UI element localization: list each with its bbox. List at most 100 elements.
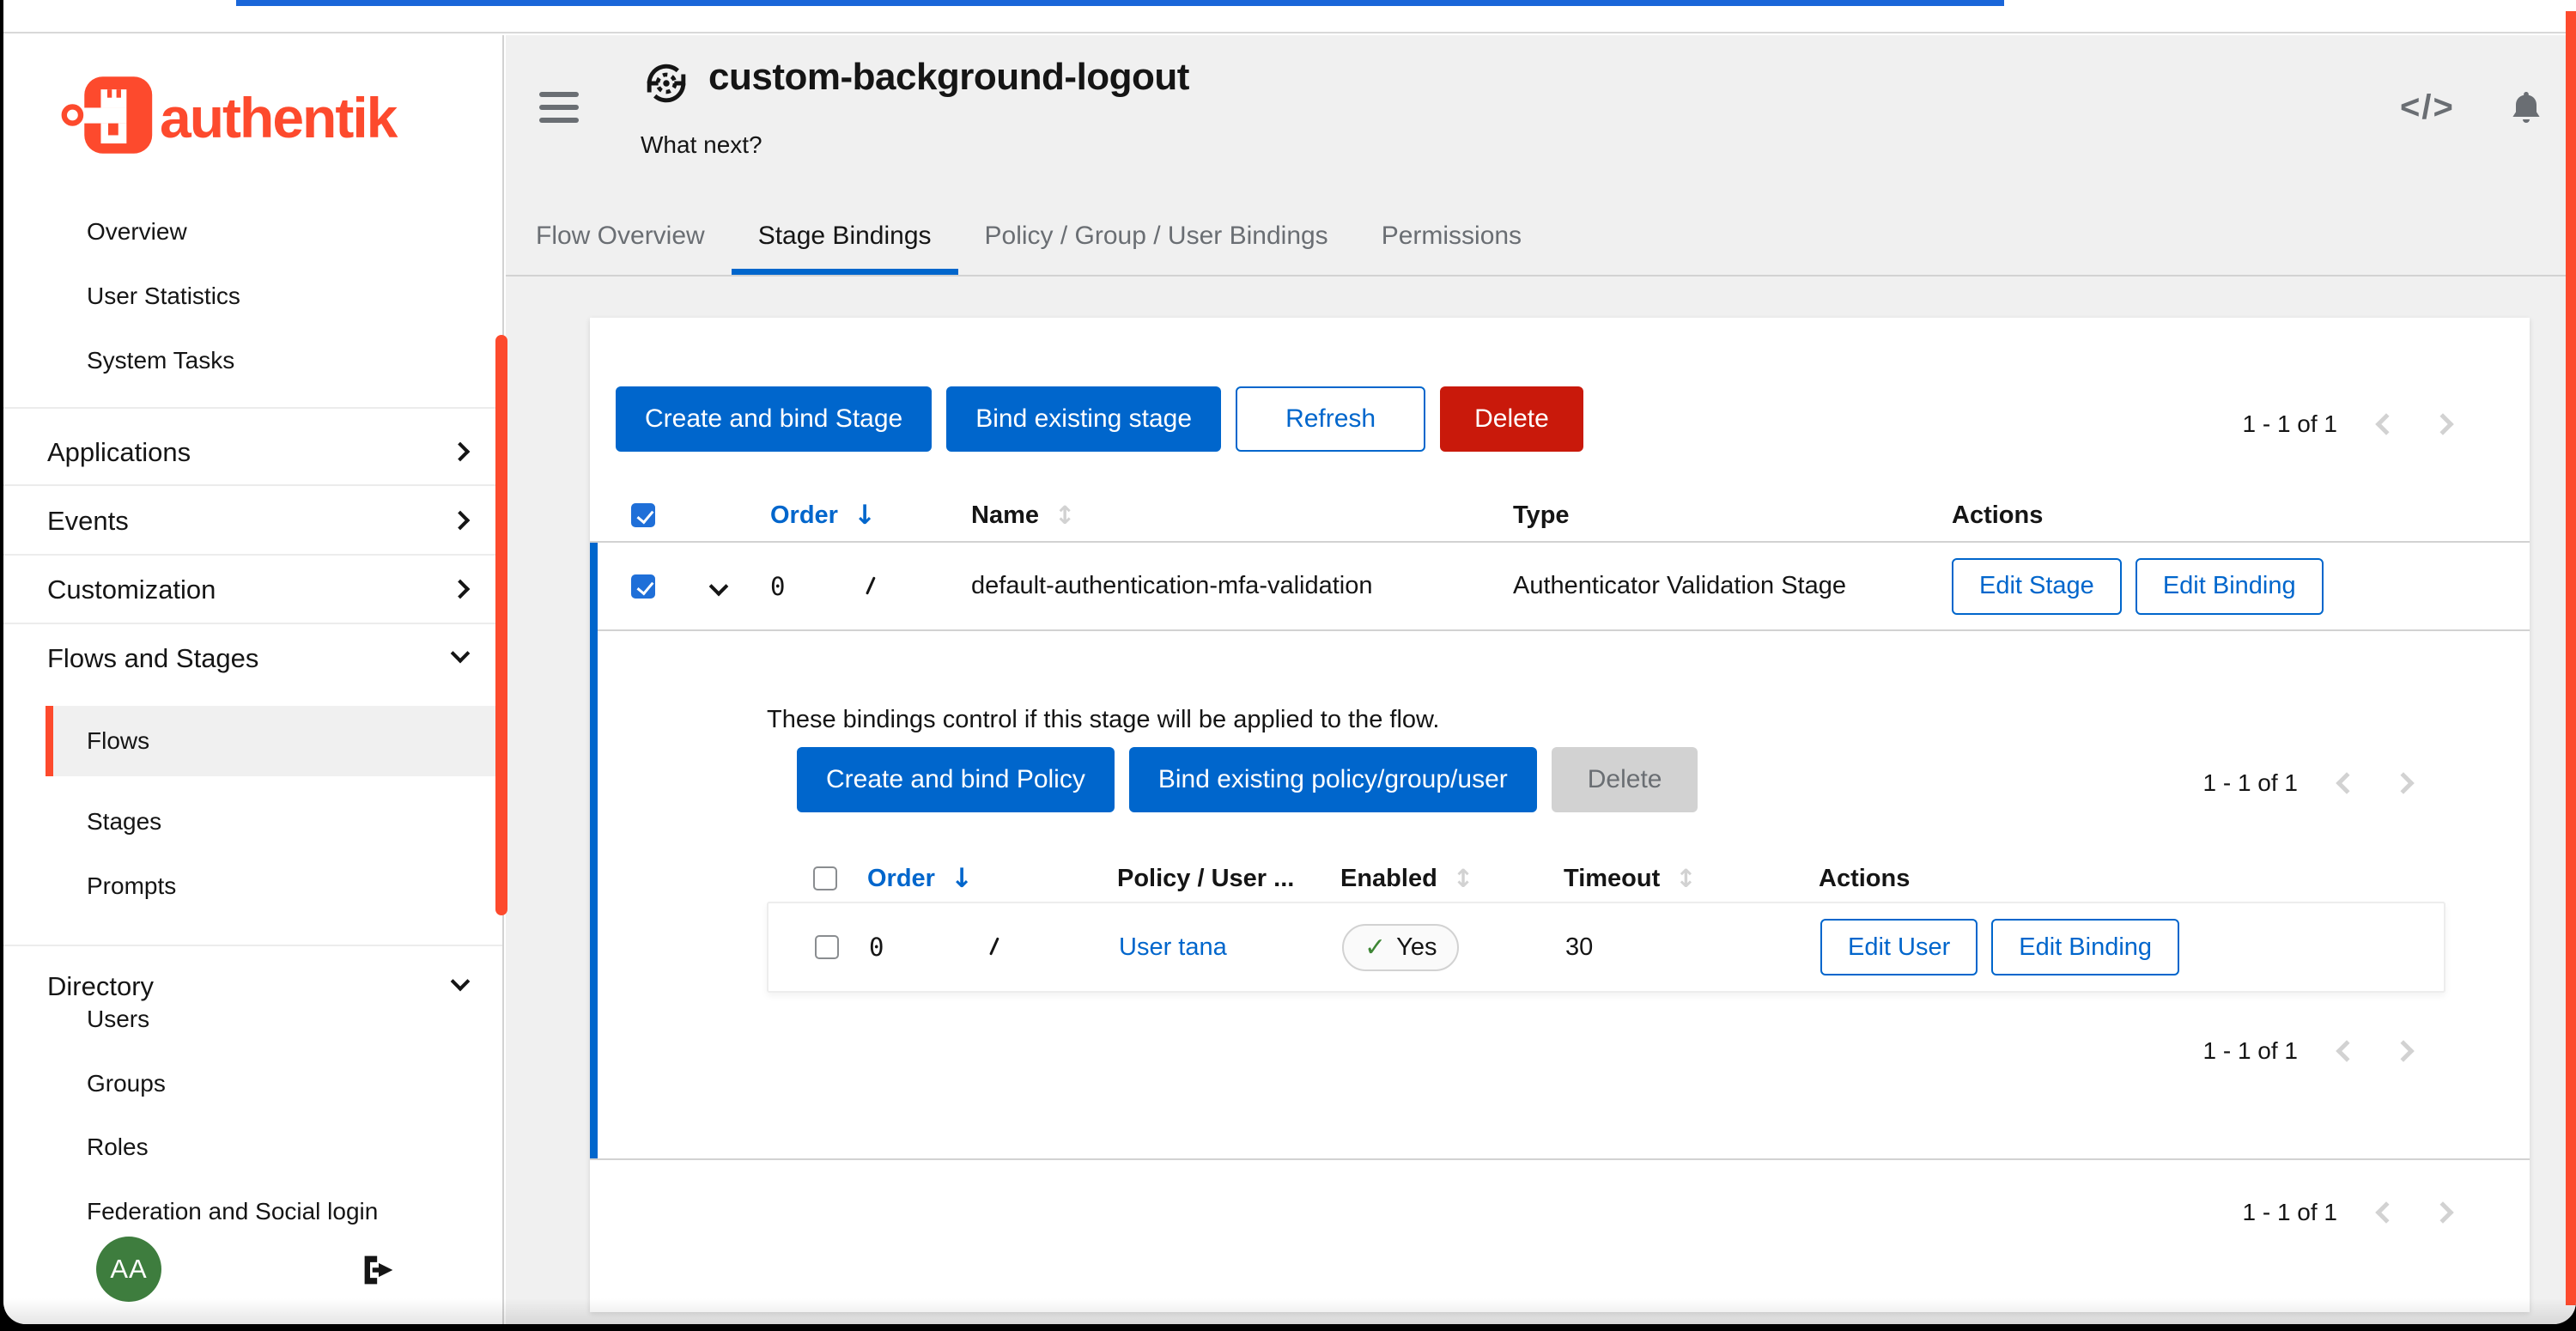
select-all-checkbox[interactable] — [631, 503, 655, 527]
chevron-right-icon[interactable] — [451, 442, 471, 462]
row-checkbox[interactable] — [815, 935, 839, 959]
chevron-right-icon[interactable] — [451, 511, 471, 531]
pagination-range: 1 - 1 of 1 — [2242, 410, 2337, 438]
tab-bar: Flow Overview Stage Bindings Policy / Gr… — [506, 198, 2566, 277]
chevron-down-icon[interactable] — [451, 644, 471, 664]
pagination-range: 1 - 1 of 1 — [2242, 1199, 2337, 1226]
sidebar-divider — [3, 407, 502, 409]
edit-user-button[interactable]: Edit User — [1820, 919, 1978, 975]
chevron-left-icon[interactable] — [2375, 413, 2397, 435]
check-icon: ✓ — [1364, 933, 1386, 963]
sidebar-item-roles[interactable]: Roles — [87, 1133, 149, 1161]
column-actions: Actions — [1952, 501, 2530, 530]
chevron-right-icon[interactable] — [2392, 1040, 2414, 1061]
sidebar-item-user-statistics[interactable]: User Statistics — [87, 283, 240, 310]
stage-table-header: Order ↓ Name ↕ Type Actions — [590, 489, 2530, 543]
logout-icon[interactable] — [360, 1253, 398, 1291]
row-checkbox[interactable] — [631, 574, 655, 599]
sidebar-scrollbar[interactable] — [495, 335, 507, 915]
chevron-right-icon[interactable] — [2392, 772, 2414, 793]
chevron-right-icon[interactable] — [451, 580, 471, 599]
sidebar-divider — [3, 554, 502, 556]
create-and-bind-policy-button[interactable]: Create and bind Policy — [797, 747, 1115, 812]
column-policy-user: Policy / User ... — [1117, 865, 1340, 893]
bindings-description: These bindings control if this stage wil… — [767, 706, 1439, 734]
chevron-right-icon[interactable] — [2432, 1201, 2453, 1223]
tab-flow-overview[interactable]: Flow Overview — [509, 198, 732, 275]
column-name[interactable]: Name ↕ — [971, 501, 1513, 530]
hamburger-menu-icon[interactable] — [539, 92, 579, 131]
sidebar-item-federation[interactable]: Federation and Social login — [87, 1198, 378, 1225]
delete-button[interactable]: Delete — [1440, 386, 1583, 452]
sidebar-item-flows[interactable]: Flows — [46, 706, 495, 776]
sidebar-group-events[interactable]: Events — [47, 506, 129, 537]
edit-binding-button[interactable]: Edit Binding — [2136, 558, 2324, 615]
sidebar-group-applications[interactable]: Applications — [47, 437, 191, 468]
sidebar-group-directory[interactable]: Directory — [47, 971, 154, 1002]
cell-order: 0 — [770, 572, 971, 601]
sort-icon: ↕ — [1453, 864, 1473, 893]
bind-existing-policy-button[interactable]: Bind existing policy/group/user — [1129, 747, 1537, 812]
page-scrollbar[interactable] — [2566, 11, 2576, 1305]
sidebar-item-stages[interactable]: Stages — [87, 808, 161, 836]
sidebar-item-prompts[interactable]: Prompts — [87, 872, 176, 900]
sidebar-group-flows-and-stages[interactable]: Flows and Stages — [47, 643, 258, 674]
api-code-icon[interactable]: </> — [2400, 88, 2455, 127]
policy-table-header: Order ↓ Policy / User ... Enabled ↕ Time… — [767, 857, 2445, 900]
authentik-logo: authentik — [60, 74, 396, 161]
sidebar-item-overview[interactable]: Overview — [87, 218, 187, 246]
main-area: custom-background-logout What next? </> … — [506, 35, 2576, 1324]
notifications-bell-icon[interactable] — [2506, 87, 2547, 134]
pagination-policy-bottom: 1 - 1 of 1 — [2202, 1037, 2411, 1065]
chevron-down-icon[interactable] — [451, 972, 471, 992]
tab-permissions[interactable]: Permissions — [1355, 198, 1548, 275]
enabled-badge: ✓ Yes — [1342, 924, 1459, 971]
stage-bindings-card: Create and bind Stage Bind existing stag… — [590, 318, 2530, 1312]
stage-toolbar: Create and bind Stage Bind existing stag… — [616, 386, 1583, 452]
sidebar-item-flows-label: Flows — [87, 727, 149, 755]
column-type: Type — [1513, 501, 1952, 530]
create-and-bind-stage-button[interactable]: Create and bind Stage — [616, 386, 932, 452]
chevron-left-icon[interactable] — [2336, 772, 2357, 793]
expanded-section-divider — [590, 1158, 2530, 1160]
select-all-checkbox[interactable] — [813, 866, 837, 890]
sidebar-divider — [3, 623, 502, 624]
cell-name: default-authentication-mfa-validation — [971, 572, 1513, 600]
pagination-top: 1 - 1 of 1 — [2242, 410, 2451, 438]
user-link[interactable]: User tana — [1119, 933, 1342, 962]
pagination-range: 1 - 1 of 1 — [2202, 1037, 2298, 1065]
policy-toolbar: Create and bind Policy Bind existing pol… — [797, 747, 1698, 812]
chevron-left-icon[interactable] — [2336, 1040, 2357, 1061]
avatar[interactable]: AA — [96, 1237, 161, 1302]
authentik-logo-icon — [60, 74, 156, 161]
stage-table-row: 0 default-authentication-mfa-validation … — [590, 543, 2530, 631]
cell-timeout: 30 — [1565, 933, 1820, 962]
browser-window: authentik Overview User Statistics Syste… — [3, 0, 2576, 1324]
tab-stage-bindings[interactable]: Stage Bindings — [732, 198, 958, 275]
edit-binding-button[interactable]: Edit Binding — [1991, 919, 2179, 975]
refresh-button[interactable]: Refresh — [1236, 386, 1425, 452]
cell-order: 0 — [869, 933, 1119, 962]
delete-binding-button[interactable]: Delete — [1552, 747, 1698, 812]
chevron-right-icon[interactable] — [2432, 413, 2453, 435]
column-enabled[interactable]: Enabled ↕ — [1340, 864, 1564, 893]
policy-bindings-section: These bindings control if this stage wil… — [767, 696, 2445, 1108]
sidebar-item-users[interactable]: Users — [87, 1006, 149, 1033]
flow-stage-icon — [642, 59, 690, 112]
column-timeout[interactable]: Timeout ↕ — [1564, 864, 1819, 893]
chevron-left-icon[interactable] — [2375, 1201, 2397, 1223]
tab-policy-group-user-bindings[interactable]: Policy / Group / User Bindings — [958, 198, 1355, 275]
edit-stage-button[interactable]: Edit Stage — [1952, 558, 2122, 615]
sidebar-divider — [3, 484, 502, 486]
bind-existing-stage-button[interactable]: Bind existing stage — [946, 386, 1221, 452]
row-expand-caret-icon[interactable] — [709, 576, 729, 596]
sidebar-item-system-tasks[interactable]: System Tasks — [87, 347, 234, 374]
sidebar-group-customization[interactable]: Customization — [47, 574, 216, 605]
column-order[interactable]: Order ↓ — [867, 863, 1117, 894]
pagination-bottom: 1 - 1 of 1 — [2242, 1199, 2451, 1226]
page-subtitle: What next? — [641, 131, 762, 159]
authentik-wordmark: authentik — [160, 85, 396, 150]
column-actions: Actions — [1819, 865, 2445, 893]
sidebar-item-groups[interactable]: Groups — [87, 1070, 166, 1097]
column-order[interactable]: Order ↓ — [770, 500, 971, 531]
